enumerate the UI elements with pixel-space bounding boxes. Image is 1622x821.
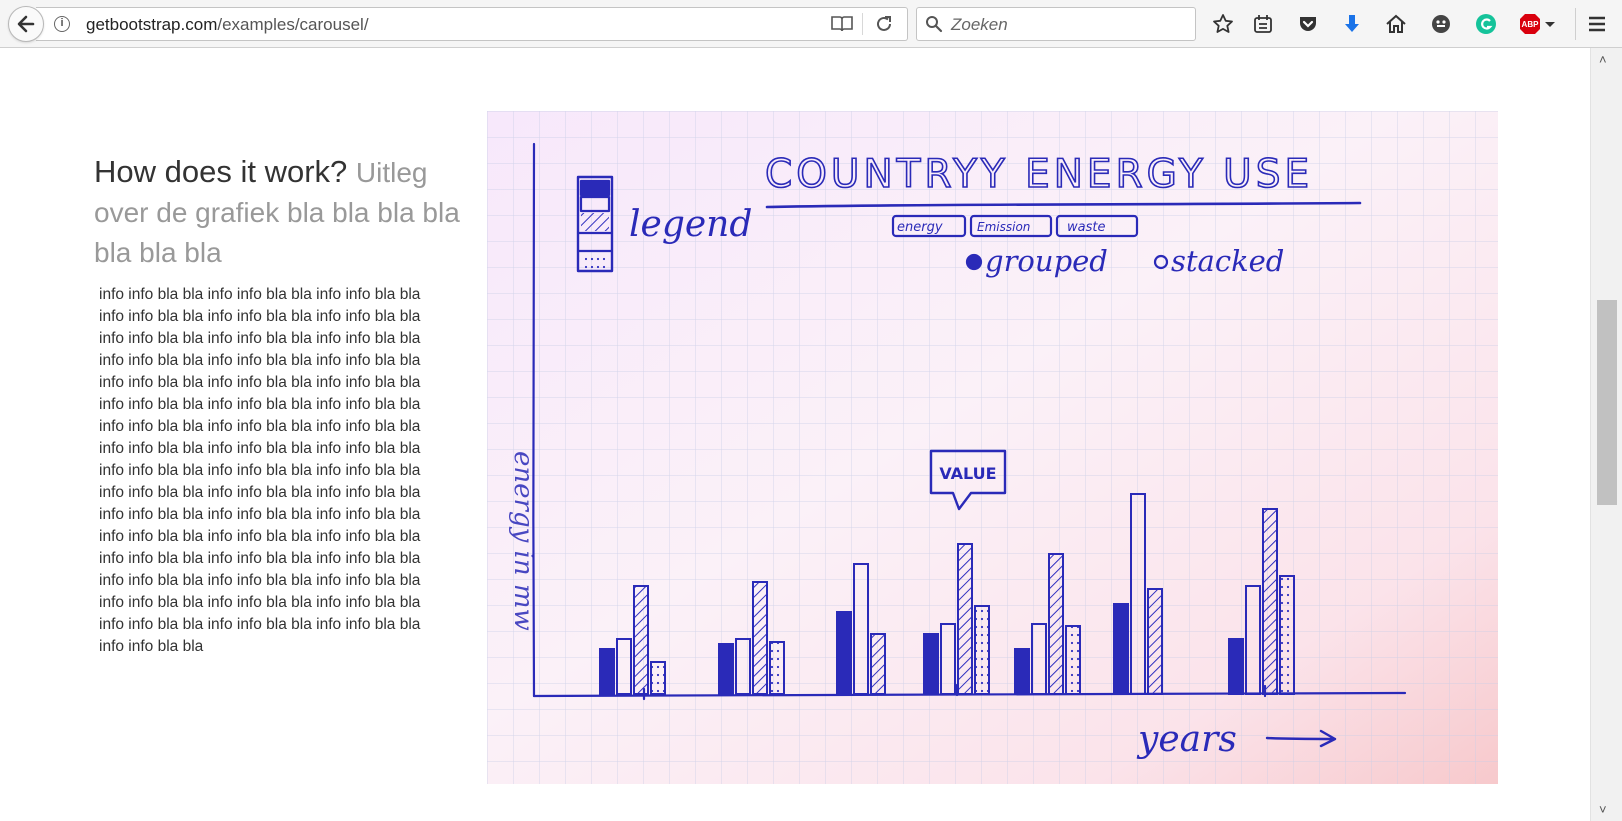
sketch-bar	[1262, 508, 1278, 695]
sketch-bar	[1014, 648, 1030, 695]
sketch-bar	[957, 543, 973, 695]
url-separator	[862, 13, 863, 35]
sync-face-icon[interactable]	[1428, 11, 1454, 37]
url-path: /examples/carousel/	[217, 15, 369, 34]
sketch-bar	[633, 585, 649, 695]
sketch-bar	[1065, 625, 1081, 695]
downloads-icon[interactable]	[1339, 11, 1365, 37]
sketch-bar	[650, 661, 666, 695]
url-bar[interactable]: i getbootstrap.com/examples/carousel/	[36, 7, 908, 41]
scrollbar-thumb[interactable]	[1597, 300, 1617, 505]
sketch-svg: COUNTRYY ENERGY USE legend energy Emissi…	[487, 111, 1498, 784]
pocket-icon[interactable]	[1295, 11, 1321, 37]
back-button[interactable]	[8, 6, 44, 42]
featurette-lead: info info bla bla info info bla bla info…	[99, 286, 421, 655]
scroll-up-icon[interactable]: ˄	[1599, 52, 1607, 67]
chart-sketch-image: COUNTRYY ENERGY USE legend energy Emissi…	[487, 111, 1498, 784]
search-placeholder: Zoeken	[951, 15, 1008, 34]
scroll-down-icon[interactable]: ˅	[1599, 802, 1607, 817]
tooltip-label: VALUE	[939, 464, 996, 483]
toolbar-separator	[1575, 8, 1576, 40]
site-info-icon[interactable]: i	[54, 16, 70, 32]
adblock-icon[interactable]: ABP	[1518, 11, 1558, 37]
sketch-bar	[599, 648, 615, 695]
x-axis-label: years	[1136, 719, 1237, 760]
bookmark-star-icon[interactable]	[1210, 11, 1236, 37]
sketch-bar	[974, 605, 990, 695]
reader-view-icon[interactable]	[831, 15, 853, 38]
legend-label: legend	[629, 204, 752, 245]
reload-icon[interactable]	[874, 14, 894, 39]
page-scrollbar[interactable]: ˄ ˅	[1590, 48, 1622, 821]
chip-emission: Emission	[977, 220, 1030, 234]
menu-icon[interactable]	[1584, 11, 1610, 37]
sketch-bar	[752, 581, 768, 695]
back-arrow-icon	[17, 15, 35, 33]
search-icon	[925, 15, 943, 38]
sketch-title: COUNTRYY ENERGY USE	[765, 152, 1313, 197]
sketch-bar	[923, 633, 939, 695]
url-text[interactable]: getbootstrap.com/examples/carousel/	[86, 15, 369, 35]
url-domain: getbootstrap.com	[86, 15, 218, 34]
browser-toolbar: i getbootstrap.com/examples/carousel/ Zo…	[0, 0, 1622, 48]
search-bar[interactable]: Zoeken	[916, 7, 1196, 41]
y-axis-label: energy in mw	[508, 451, 538, 631]
chip-energy: energy	[897, 220, 943, 235]
radio-grouped-circle	[965, 253, 983, 271]
sketch-bar	[1279, 575, 1295, 695]
sketch-bar	[1147, 588, 1163, 695]
chip-waste: waste	[1067, 220, 1105, 235]
radio-grouped-label: grouped	[985, 244, 1108, 278]
sketch-bar	[1228, 638, 1244, 695]
home-icon[interactable]	[1383, 11, 1409, 37]
radio-stacked-label: stacked	[1171, 244, 1284, 278]
sketch-bar	[1113, 603, 1129, 695]
heading-main: How does it work?	[94, 154, 348, 189]
sketch-bar	[718, 643, 734, 695]
grammarly-icon[interactable]	[1473, 11, 1499, 37]
featurette-heading: How does it work? Uitleg over de grafiek…	[94, 152, 464, 272]
sketch-bar	[870, 633, 886, 695]
sketch-bar	[769, 641, 785, 695]
sketch-bar	[1048, 553, 1064, 695]
adblock-label: ABP	[1522, 20, 1540, 29]
reading-list-icon[interactable]	[1250, 11, 1276, 37]
sketch-bar	[836, 611, 852, 695]
page-content: How does it work? Uitleg over de grafiek…	[0, 48, 1590, 821]
